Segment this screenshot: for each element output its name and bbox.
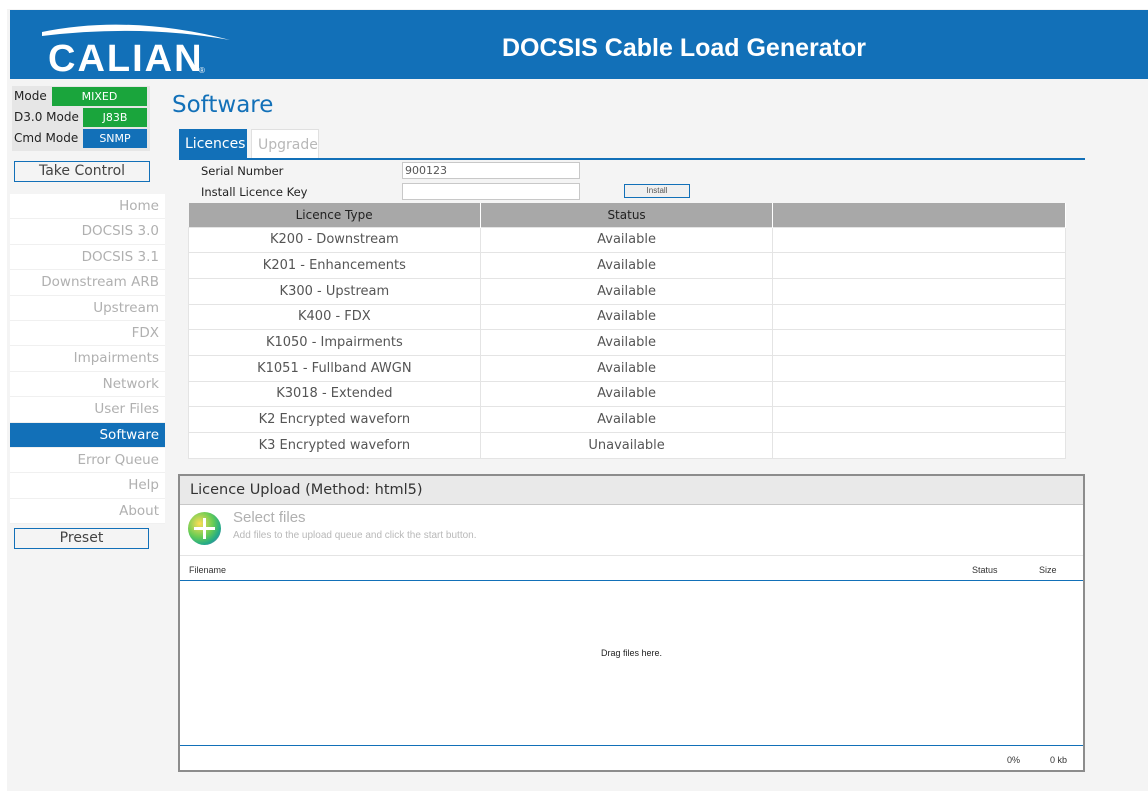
licence-type-cell: K3018 - Extended	[188, 380, 481, 408]
sidebar-item-home[interactable]: Home	[10, 194, 165, 220]
licence-type-cell: K1051 - Fullband AWGN	[188, 354, 481, 382]
licence-extra-cell	[772, 432, 1066, 459]
licence-type-cell: K3 Encrypted waveforn	[188, 432, 481, 459]
cmd-mode-value-badge: SNMP	[83, 129, 147, 148]
licence-status-cell: Available	[479, 406, 774, 433]
install-licence-key-label: Install Licence Key	[201, 185, 308, 199]
licence-extra-cell	[772, 277, 1066, 305]
licence-extra-cell	[772, 380, 1066, 408]
mode-label: Mode	[14, 89, 47, 103]
licence-extra-cell	[772, 303, 1066, 331]
drop-zone-text[interactable]: Drag files here.	[180, 648, 1083, 658]
licence-type-cell: K201 - Enhancements	[188, 252, 481, 279]
app-header: CALIAN ® DOCSIS Cable Load Generator	[10, 10, 1148, 80]
table-row: K201 - Enhancements Available	[188, 252, 1066, 279]
licence-status-cell: Available	[479, 303, 774, 331]
licence-type-cell: K1050 - Impairments	[188, 329, 481, 356]
licence-status-cell: Available	[479, 252, 774, 279]
licence-status-cell: Available	[479, 277, 774, 305]
licence-extra-cell	[772, 329, 1066, 356]
d30-mode-row: D3.0 Mode J83B	[10, 107, 165, 128]
column-header-upload-status: Status	[972, 565, 998, 575]
sidebar-item-software[interactable]: Software	[10, 422, 165, 448]
sidebar-item-network[interactable]: Network	[10, 371, 165, 398]
sidebar-item-upstream[interactable]: Upstream	[10, 295, 165, 321]
mode-row: Mode MIXED	[10, 86, 165, 107]
tab-underline	[179, 158, 1085, 160]
d30-mode-value-badge: J83B	[83, 108, 147, 127]
table-row: K2 Encrypted waveforn Available	[188, 406, 1066, 433]
add-files-icon[interactable]	[188, 512, 221, 545]
sidebar-item-error-queue[interactable]: Error Queue	[10, 447, 165, 474]
column-header-licence-type: Licence Type	[188, 203, 481, 227]
table-row: K3018 - Extended Available	[188, 380, 1066, 408]
column-header-empty	[772, 203, 1066, 227]
licence-status-cell: Available	[479, 380, 774, 408]
column-header-status: Status	[480, 203, 774, 227]
take-control-button[interactable]: Take Control	[14, 161, 150, 182]
licence-status-cell: Available	[479, 354, 774, 382]
licence-upload-panel: Licence Upload (Method: html5) Select fi…	[178, 474, 1085, 772]
sidebar-item-docsis-3-0[interactable]: DOCSIS 3.0	[10, 219, 165, 245]
serial-number-field[interactable]: 900123	[402, 162, 580, 179]
column-header-size: Size	[1039, 565, 1057, 575]
table-row: K200 - Downstream Available	[188, 226, 1066, 254]
total-size: 0 kb	[1050, 755, 1068, 765]
licence-extra-cell	[772, 226, 1066, 254]
licence-type-cell: K2 Encrypted waveforn	[188, 406, 481, 433]
licence-extra-cell	[772, 354, 1066, 382]
sidebar-item-impairments[interactable]: Impairments	[10, 346, 165, 372]
app-title: DOCSIS Cable Load Generator	[502, 34, 866, 62]
licence-table: Licence Type Status K200 - Downstream Av…	[188, 203, 1066, 459]
licence-status-cell: Available	[479, 226, 774, 254]
table-row: K1050 - Impairments Available	[188, 329, 1066, 356]
logo-registered-mark: ®	[199, 66, 205, 75]
total-percent: 0%	[1007, 755, 1021, 765]
table-row: K3 Encrypted waveforn Unavailable	[188, 432, 1066, 459]
column-header-filename: Filename	[189, 565, 227, 575]
select-files-hint: Add files to the upload queue and click …	[233, 530, 477, 541]
licence-status-cell: Available	[479, 329, 774, 356]
cmd-mode-row: Cmd Mode SNMP	[10, 128, 165, 149]
upload-panel-title: Licence Upload (Method: html5)	[180, 476, 1083, 505]
table-row: K300 - Upstream Available	[188, 277, 1066, 305]
select-files-button[interactable]: Select files	[233, 509, 306, 526]
page-title: Software	[172, 92, 274, 118]
table-row: K1051 - Fullband AWGN Available	[188, 354, 1066, 382]
logo-text: CALIAN	[48, 38, 204, 80]
licence-extra-cell	[772, 252, 1066, 279]
sidebar-item-downstream-arb[interactable]: Downstream ARB	[10, 270, 165, 296]
d30-mode-label: D3.0 Mode	[14, 110, 79, 124]
tab-licences[interactable]: Licences	[179, 129, 247, 159]
licence-type-cell: K400 - FDX	[188, 303, 481, 331]
sidebar-item-fdx[interactable]: FDX	[10, 320, 165, 347]
file-list-header: Filename Status Size	[180, 555, 1083, 581]
preset-button[interactable]: Preset	[14, 528, 149, 549]
serial-number-label: Serial Number	[201, 164, 284, 178]
table-row: K400 - FDX Available	[188, 303, 1066, 331]
sidebar-item-about[interactable]: About	[10, 498, 165, 525]
sidebar-item-docsis-3-1[interactable]: DOCSIS 3.1	[10, 244, 165, 271]
licence-extra-cell	[772, 406, 1066, 433]
cmd-mode-label: Cmd Mode	[14, 131, 79, 145]
calian-logo: CALIAN ®	[30, 10, 240, 80]
licence-status-cell: Unavailable	[479, 432, 774, 459]
mode-list: Mode MIXED D3.0 Mode J83B Cmd Mode SNMP	[10, 86, 165, 149]
tab-upgrade[interactable]: Upgrade	[251, 129, 319, 159]
sidebar-item-user-files[interactable]: User Files	[10, 397, 165, 423]
table-header-row: Licence Type Status	[188, 203, 1066, 227]
mode-value-badge: MIXED	[52, 87, 147, 106]
licence-type-cell: K300 - Upstream	[188, 277, 481, 305]
install-licence-key-input[interactable]	[402, 183, 580, 200]
file-list-footer: 0% 0 kb	[180, 745, 1083, 770]
sidebar-nav: Home DOCSIS 3.0 DOCSIS 3.1 Downstream AR…	[10, 194, 165, 525]
sidebar-item-help[interactable]: Help	[10, 473, 165, 499]
licence-type-cell: K200 - Downstream	[188, 226, 481, 254]
install-button[interactable]: Install	[624, 184, 690, 198]
